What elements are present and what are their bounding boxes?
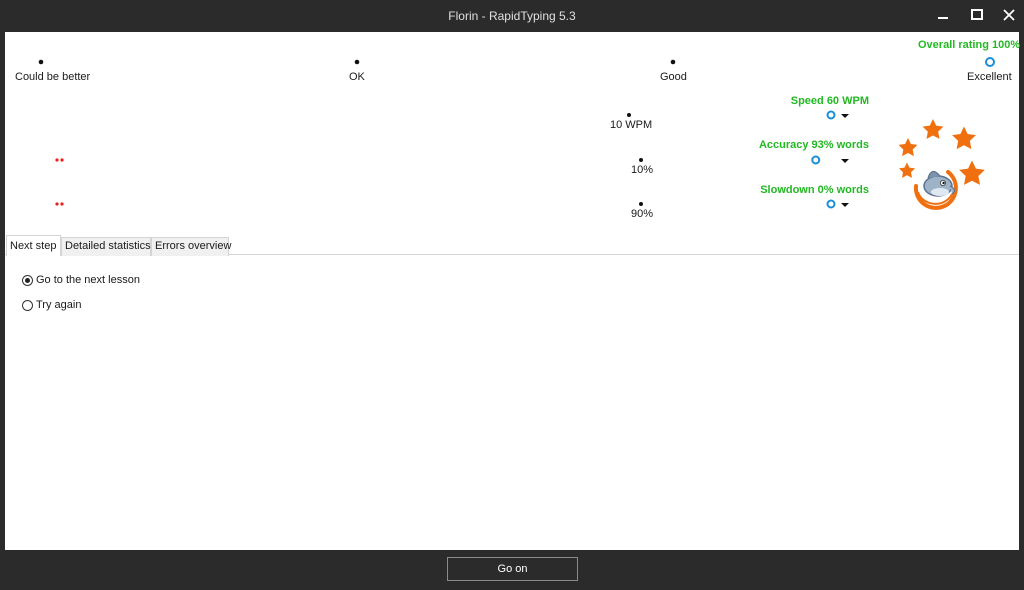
maximize-icon xyxy=(971,9,983,20)
option-try-again[interactable]: Try again xyxy=(22,297,81,313)
option-next-lesson-label: Go to the next lesson xyxy=(36,274,140,286)
slowdown-tick-label: 90% xyxy=(631,208,654,220)
rating-graphics xyxy=(38,57,995,210)
title-bar: Florin - RapidTyping 5.3 xyxy=(0,0,1024,32)
tab-detailed-statistics[interactable]: Detailed statistics xyxy=(61,237,151,256)
overall-tick-could-be-better xyxy=(38,59,44,65)
slowdown-label: Slowdown 0% words xyxy=(760,184,869,196)
overall-tick-good xyxy=(670,59,676,65)
stars-icon xyxy=(898,119,985,185)
accuracy-tick xyxy=(639,158,643,162)
slowdown-marker xyxy=(826,199,836,209)
tab-errors-overview[interactable]: Errors overview xyxy=(151,237,231,256)
speed-dropdown-icon[interactable] xyxy=(841,114,849,118)
overall-tick-ok xyxy=(354,59,360,65)
slowdown-tick xyxy=(639,202,643,206)
dolphin-logo-icon xyxy=(913,170,958,210)
minimize-icon xyxy=(938,17,948,19)
slowdown-overflow-dot xyxy=(60,202,64,206)
accuracy-overflow-dot xyxy=(55,158,59,162)
close-button[interactable] xyxy=(992,0,1024,30)
speed-label: Speed 60 WPM xyxy=(790,95,869,107)
accuracy-dropdown-icon[interactable] xyxy=(841,159,849,163)
close-icon xyxy=(1003,9,1015,21)
scale-label-could-be-better: Could be better xyxy=(15,71,91,83)
scale-label-good: Good xyxy=(660,71,687,83)
go-on-button[interactable]: Go on xyxy=(447,557,578,581)
accuracy-marker xyxy=(811,155,821,165)
radio-try-again[interactable] xyxy=(22,299,33,311)
slowdown-dropdown-icon[interactable] xyxy=(841,203,849,207)
radio-next-lesson[interactable] xyxy=(22,274,33,286)
results-panel: Overall rating 100% Could be better OK G… xyxy=(5,32,1021,550)
minimize-button[interactable] xyxy=(926,0,960,30)
app-window: Florin - RapidTyping 5.3 Overall rating … xyxy=(0,0,1024,590)
overall-rating-label: Overall rating 100% xyxy=(918,39,1021,51)
tab-next-step[interactable]: Next step xyxy=(6,235,61,256)
accuracy-label: Accuracy 93% words xyxy=(758,139,869,151)
option-try-again-label: Try again xyxy=(36,299,82,311)
scale-label-excellent: Excellent xyxy=(967,71,1012,83)
accuracy-overflow-dot xyxy=(60,158,64,162)
window-title: Florin - RapidTyping 5.3 xyxy=(448,9,576,23)
slowdown-overflow-dot xyxy=(55,202,59,206)
overall-marker xyxy=(985,57,995,67)
tab-strip: Next step Detailed statistics Errors ove… xyxy=(5,235,1019,256)
speed-tick xyxy=(627,113,631,117)
speed-tick-label: 10 WPM xyxy=(610,119,653,131)
option-next-lesson[interactable]: Go to the next lesson xyxy=(22,272,140,288)
maximize-button[interactable] xyxy=(960,0,994,30)
scale-label-ok: OK xyxy=(349,71,365,83)
accuracy-tick-label: 10% xyxy=(631,164,654,176)
speed-marker xyxy=(826,110,836,120)
